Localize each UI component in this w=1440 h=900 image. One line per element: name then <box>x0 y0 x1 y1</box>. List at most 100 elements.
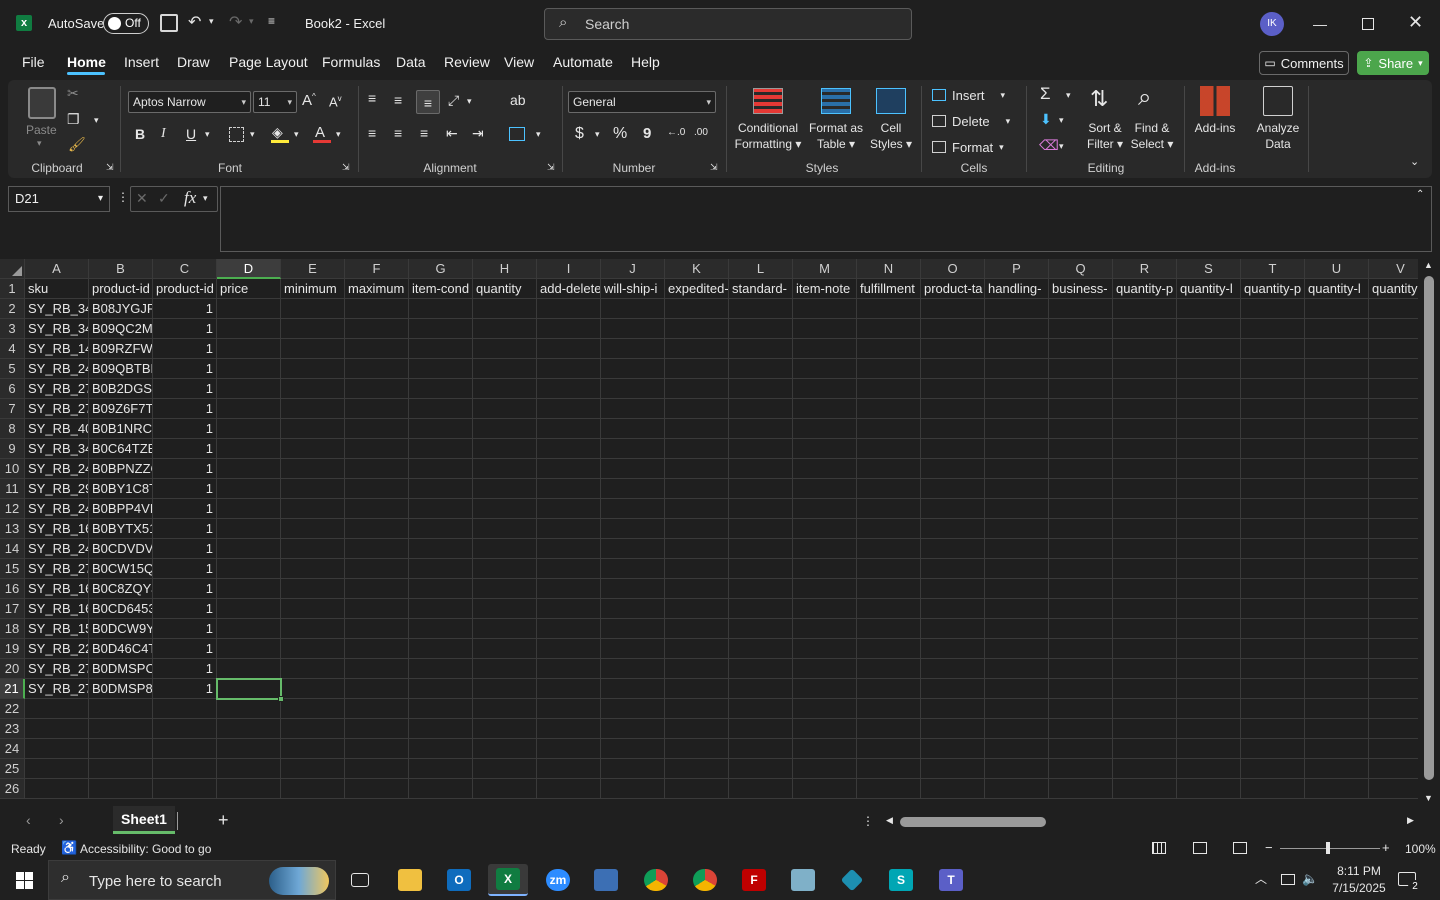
cell-i9[interactable] <box>537 439 601 459</box>
conditional-formatting-label[interactable]: Conditional Formatting ▾ <box>730 120 806 152</box>
cell-n11[interactable] <box>857 479 921 499</box>
cell-o13[interactable] <box>921 519 985 539</box>
cell-q26[interactable] <box>1049 779 1113 799</box>
cell-h20[interactable] <box>473 659 537 679</box>
cell-g22[interactable] <box>409 699 473 719</box>
cell-o15[interactable] <box>921 559 985 579</box>
cell-d3[interactable] <box>217 319 281 339</box>
increase-decimal-icon[interactable]: ←.0 <box>667 127 685 138</box>
column-header-q[interactable]: Q <box>1049 259 1113 279</box>
cell-s17[interactable] <box>1177 599 1241 619</box>
cell-o19[interactable] <box>921 639 985 659</box>
cell-e14[interactable] <box>281 539 345 559</box>
cell-e7[interactable] <box>281 399 345 419</box>
cell-c6[interactable]: 1 <box>153 379 217 399</box>
cell-h13[interactable] <box>473 519 537 539</box>
menu-review[interactable]: Review <box>444 54 490 74</box>
align-center-icon[interactable]: ≡ <box>394 125 402 141</box>
cell-q17[interactable] <box>1049 599 1113 619</box>
cell-l1[interactable]: standard- <box>729 279 793 299</box>
cell-e17[interactable] <box>281 599 345 619</box>
cell-h22[interactable] <box>473 699 537 719</box>
column-header-o[interactable]: O <box>921 259 985 279</box>
font-launcher-icon[interactable]: ⇲ <box>342 162 350 173</box>
cell-f23[interactable] <box>345 719 409 739</box>
cell-q2[interactable] <box>1049 299 1113 319</box>
cell-o10[interactable] <box>921 459 985 479</box>
cell-b4[interactable]: B09RZFWT <box>89 339 153 359</box>
format-painter-icon[interactable]: 🖌 <box>68 136 86 153</box>
prev-sheet-icon[interactable]: ‹ <box>26 812 31 828</box>
cell-s6[interactable] <box>1177 379 1241 399</box>
analyze-data-icon[interactable] <box>1263 86 1293 116</box>
cell-q25[interactable] <box>1049 759 1113 779</box>
cell-f15[interactable] <box>345 559 409 579</box>
cell-j22[interactable] <box>601 699 665 719</box>
cell-r2[interactable] <box>1113 299 1177 319</box>
cell-b10[interactable]: B0BPNZZC <box>89 459 153 479</box>
column-header-j[interactable]: J <box>601 259 665 279</box>
column-header-l[interactable]: L <box>729 259 793 279</box>
cell-c24[interactable] <box>153 739 217 759</box>
scroll-left-icon[interactable]: ◀ <box>886 815 893 826</box>
cell-q14[interactable] <box>1049 539 1113 559</box>
cell-r9[interactable] <box>1113 439 1177 459</box>
percent-button[interactable]: % <box>613 125 627 143</box>
cell-a15[interactable]: SY_RB_27C <box>25 559 89 579</box>
cell-u2[interactable] <box>1305 299 1369 319</box>
cell-d8[interactable] <box>217 419 281 439</box>
cell-r6[interactable] <box>1113 379 1177 399</box>
cell-r4[interactable] <box>1113 339 1177 359</box>
row-header-22[interactable]: 22 <box>0 699 25 719</box>
cell-o18[interactable] <box>921 619 985 639</box>
cell-d12[interactable] <box>217 499 281 519</box>
cell-a23[interactable] <box>25 719 89 739</box>
zoom-app-icon[interactable]: zm <box>538 864 578 896</box>
cell-m16[interactable] <box>793 579 857 599</box>
cell-k11[interactable] <box>665 479 729 499</box>
cell-a1[interactable]: sku <box>25 279 89 299</box>
formula-input[interactable] <box>220 186 1432 252</box>
cell-h25[interactable] <box>473 759 537 779</box>
cell-u7[interactable] <box>1305 399 1369 419</box>
avatar[interactable]: IK <box>1260 12 1284 36</box>
cell-b18[interactable]: B0DCW9YJ <box>89 619 153 639</box>
cell-a14[interactable]: SY_RB_24C <box>25 539 89 559</box>
cell-b12[interactable]: B0BPP4VK <box>89 499 153 519</box>
save-icon[interactable] <box>160 14 178 32</box>
cell-n16[interactable] <box>857 579 921 599</box>
cell-o14[interactable] <box>921 539 985 559</box>
cell-q11[interactable] <box>1049 479 1113 499</box>
cell-p9[interactable] <box>985 439 1049 459</box>
cell-a26[interactable] <box>25 779 89 799</box>
taskbar-search-box[interactable]: ⌕ Type here to search <box>48 860 336 900</box>
cell-g14[interactable] <box>409 539 473 559</box>
cell-g17[interactable] <box>409 599 473 619</box>
cell-i25[interactable] <box>537 759 601 779</box>
cell-i24[interactable] <box>537 739 601 759</box>
row-header-6[interactable]: 6 <box>0 379 25 399</box>
cell-u19[interactable] <box>1305 639 1369 659</box>
cell-i18[interactable] <box>537 619 601 639</box>
undo-icon[interactable]: ↶ <box>188 12 201 32</box>
cell-k2[interactable] <box>665 299 729 319</box>
cell-v4[interactable] <box>1369 339 1418 359</box>
cell-d11[interactable] <box>217 479 281 499</box>
next-sheet-icon[interactable]: › <box>59 812 64 828</box>
cell-m25[interactable] <box>793 759 857 779</box>
cell-c15[interactable]: 1 <box>153 559 217 579</box>
alignment-launcher-icon[interactable]: ⇲ <box>547 162 555 173</box>
cell-m19[interactable] <box>793 639 857 659</box>
sort-filter-label[interactable]: Sort & Filter ▾ <box>1082 120 1128 152</box>
cell-d15[interactable] <box>217 559 281 579</box>
cell-f19[interactable] <box>345 639 409 659</box>
cell-i2[interactable] <box>537 299 601 319</box>
cell-b17[interactable]: B0CD6453 <box>89 599 153 619</box>
comma-button[interactable]: 9 <box>643 125 651 142</box>
cell-c26[interactable] <box>153 779 217 799</box>
cell-v17[interactable] <box>1369 599 1418 619</box>
cell-i23[interactable] <box>537 719 601 739</box>
cell-d1[interactable]: price <box>217 279 281 299</box>
cell-v5[interactable] <box>1369 359 1418 379</box>
cell-k23[interactable] <box>665 719 729 739</box>
